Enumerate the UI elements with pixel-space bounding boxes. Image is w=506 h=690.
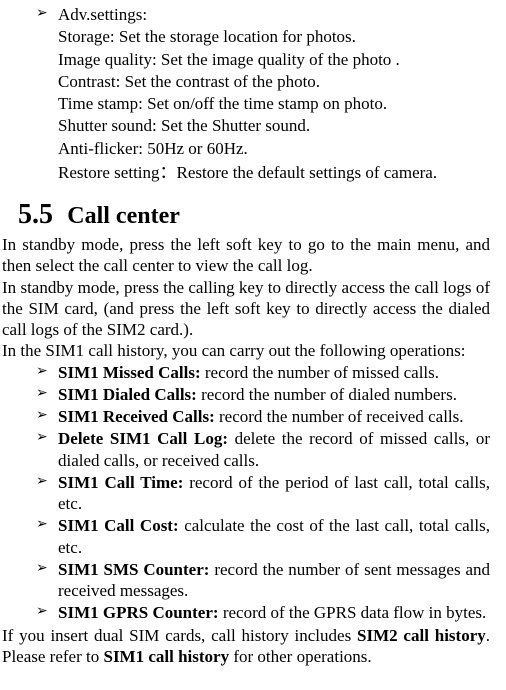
op-time-bold: SIM1 Call Time:: [58, 473, 189, 492]
op-sms-bold: SIM1 SMS Counter:: [58, 560, 214, 579]
arrow-icon: ➢: [36, 363, 48, 381]
footer-pre: If you insert dual SIM cards, call histo…: [2, 626, 357, 645]
adv-restore: Restore setting：Restore the default sett…: [58, 162, 498, 183]
op-gprs-counter: ➢ SIM1 GPRS Counter: record of the GPRS …: [58, 602, 498, 623]
op-received-text: record the number of received calls.: [219, 407, 464, 426]
op-dialed-bold: SIM1 Dialed Calls:: [58, 385, 201, 404]
adv-settings-block: ➢ Adv.settings:: [0, 4, 498, 25]
op-missed-bold: SIM1 Missed Calls:: [58, 363, 205, 382]
arrow-icon: ➢: [36, 407, 48, 425]
arrow-icon: ➢: [36, 429, 48, 447]
op-received-calls: ➢ SIM1 Received Calls: record the number…: [58, 406, 498, 427]
footer-para: If you insert dual SIM cards, call histo…: [0, 625, 498, 668]
section-heading: 5.5 Call center: [0, 197, 498, 232]
arrow-icon: ➢: [36, 385, 48, 403]
op-sms-counter: ➢ SIM1 SMS Counter: record the number of…: [58, 559, 498, 602]
adv-settings-items: Storage: Set the storage location for ph…: [0, 26, 498, 183]
adv-anti-flicker: Anti-flicker: 50Hz or 60Hz.: [58, 138, 498, 159]
op-delete-log: ➢ Delete SIM1 Call Log: delete the recor…: [58, 428, 498, 471]
op-dialed-text: record the number of dialed numbers.: [201, 385, 457, 404]
adv-image-quality: Image quality: Set the image quality of …: [58, 49, 498, 70]
op-cost-bold: SIM1 Call Cost:: [58, 516, 184, 535]
op-gprs-text: record of the GPRS data flow in bytes.: [223, 603, 486, 622]
para-3: In the SIM1 call history, you can carry …: [0, 340, 498, 361]
op-dialed-calls: ➢ SIM1 Dialed Calls: record the number o…: [58, 384, 498, 405]
para-1: In standby mode, press the left soft key…: [0, 234, 498, 277]
document-page: ➢ Adv.settings: Storage: Set the storage…: [0, 0, 506, 677]
op-delete-bold: Delete SIM1 Call Log:: [58, 429, 235, 448]
op-call-time: ➢ SIM1 Call Time: record of the period o…: [58, 472, 498, 515]
op-missed-calls: ➢ SIM1 Missed Calls: record the number o…: [58, 362, 498, 383]
operations-list: ➢ SIM1 Missed Calls: record the number o…: [0, 362, 498, 624]
op-received-bold: SIM1 Received Calls:: [58, 407, 219, 426]
adv-contrast: Contrast: Set the contrast of the photo.: [58, 71, 498, 92]
footer-post: for other operations.: [229, 647, 372, 666]
footer-b2: SIM1 call history: [103, 647, 229, 666]
adv-shutter: Shutter sound: Set the Shutter sound.: [58, 115, 498, 136]
footer-b1: SIM2 call history: [357, 626, 486, 645]
section-number: 5.5: [18, 199, 53, 230]
arrow-icon: ➢: [36, 516, 48, 534]
section-title: Call center: [67, 203, 180, 229]
arrow-icon: ➢: [36, 473, 48, 491]
adv-time-stamp: Time stamp: Set on/off the time stamp on…: [58, 93, 498, 114]
op-gprs-bold: SIM1 GPRS Counter:: [58, 603, 223, 622]
adv-settings-heading: Adv.settings:: [58, 5, 147, 24]
arrow-icon: ➢: [36, 560, 48, 578]
op-missed-text: record the number of missed calls.: [205, 363, 439, 382]
arrow-icon: ➢: [36, 603, 48, 621]
adv-storage: Storage: Set the storage location for ph…: [58, 26, 498, 47]
adv-settings-heading-row: ➢ Adv.settings:: [58, 4, 498, 25]
para-2: In standby mode, press the calling key t…: [0, 277, 498, 341]
op-call-cost: ➢ SIM1 Call Cost: calculate the cost of …: [58, 515, 498, 558]
arrow-icon: ➢: [36, 5, 48, 23]
